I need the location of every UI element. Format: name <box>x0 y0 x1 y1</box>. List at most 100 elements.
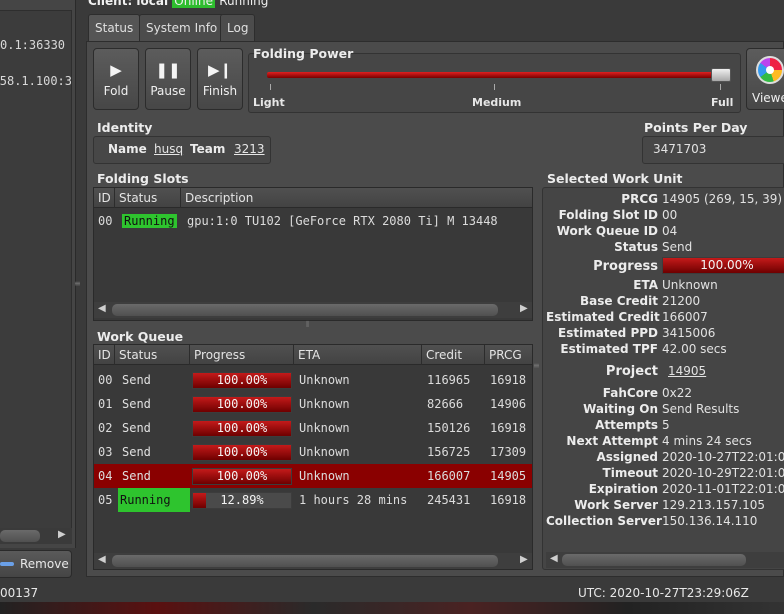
queue-row[interactable]: 02 Send 100.00% Unknown 150126 16918 <box>94 416 532 440</box>
team-number: 3213 <box>234 142 265 156</box>
progress-text: 100.00% <box>700 258 754 272</box>
slider-handle[interactable] <box>711 68 731 82</box>
queue-progress-bar: 100.00% <box>192 444 292 461</box>
queue-id: 00 <box>98 373 113 387</box>
work-unit-hscrollbar[interactable]: ◀ <box>546 552 784 568</box>
finish-label: Finish <box>202 84 238 98</box>
wu-attempts-label: Attempts <box>595 418 658 432</box>
folding-slots-title: Folding Slots <box>97 171 189 186</box>
finish-button[interactable]: ▶❙ Finish <box>197 48 243 110</box>
queue-credit: 82666 <box>427 397 464 411</box>
wu-waiting-label: Waiting On <box>583 402 658 416</box>
skip-end-icon: ▶❙ <box>207 61 233 79</box>
col-id[interactable]: ID <box>94 188 115 208</box>
ppd-group: 3471703 <box>642 136 784 164</box>
queue-progress-bar: 100.00% <box>192 396 292 413</box>
slot-row[interactable]: 00 Running gpu:1:0 TU102 [GeForce RTX 20… <box>94 209 532 233</box>
selected-work-unit-title: Selected Work Unit <box>547 171 683 186</box>
work-queue-header: ID Status Progress ETA Credit PRCG <box>94 345 532 365</box>
team-label: Team <box>190 142 226 156</box>
wu-attempts-value: 5 <box>662 418 670 432</box>
play-icon: ▶ <box>110 61 122 79</box>
col-prcg[interactable]: PRCG <box>485 345 532 365</box>
wu-expiration-label: Expiration <box>588 482 658 496</box>
queue-credit: 156725 <box>427 445 471 459</box>
scroll-right-icon[interactable]: ▶ <box>520 554 528 565</box>
progress-text: 100.00% <box>216 397 268 411</box>
status-left-text: 00137 <box>0 586 39 600</box>
fold-label: Fold <box>103 84 129 98</box>
queue-status: Send <box>122 421 151 435</box>
folding-power-slider[interactable] <box>267 72 721 78</box>
queue-progress-bar: 100.00% <box>192 468 292 485</box>
col-description[interactable]: Description <box>181 188 532 208</box>
scroll-left-icon[interactable]: ◀ <box>98 554 106 565</box>
wu-timeout-value: 2020-10-29T22:01:03 <box>662 466 784 480</box>
viewer-button[interactable]: Viewer <box>746 48 784 110</box>
folding-slots-table[interactable]: ID Status Description 00 Running gpu:1:0… <box>93 187 533 321</box>
queue-prcg: 16918 <box>490 421 527 435</box>
fold-button[interactable]: ▶ Fold <box>93 48 139 110</box>
col-credit[interactable]: Credit <box>422 345 485 365</box>
wu-slot-value: 00 <box>662 208 678 222</box>
queue-prcg: 14905 <box>490 469 527 483</box>
power-light-label: Light <box>253 96 285 109</box>
remove-client-button[interactable]: Remove <box>0 550 72 578</box>
slot-status-badge: Running <box>122 214 177 228</box>
col-status[interactable]: Status <box>115 188 181 208</box>
slot-id: 00 <box>98 214 113 228</box>
queue-row[interactable]: 04 Send 100.00% Unknown 166007 14905 <box>94 464 532 488</box>
col-progress[interactable]: Progress <box>190 345 294 365</box>
queue-credit: 116965 <box>427 373 471 387</box>
wu-prcg-value: 14905 (269, 15, 39) <box>662 192 783 206</box>
slots-hscrollbar[interactable]: ◀ ▶ <box>94 302 532 318</box>
scroll-thumb[interactable] <box>0 530 40 542</box>
col-status[interactable]: Status <box>115 345 190 365</box>
wu-project-value[interactable]: 14905 <box>668 364 706 378</box>
folding-power-title: Folding Power <box>253 46 354 61</box>
col-id[interactable]: ID <box>94 345 115 365</box>
queue-row[interactable]: 05 Running 12.89% 1 hours 28 mins 245431 1691… <box>94 488 532 512</box>
scroll-left-icon[interactable]: ◀ <box>550 553 558 564</box>
work-queue-title: Work Queue <box>97 329 184 344</box>
wu-collection-server-label: Collection Server <box>546 514 662 528</box>
client-list-panel: 0.1:36330 58.1.100:3 ▶ Remove <box>0 0 76 578</box>
queue-eta: Unknown <box>299 397 350 411</box>
scroll-thumb[interactable] <box>562 554 746 566</box>
queue-progress-bar: 100.00% <box>192 372 292 389</box>
splitter-grip[interactable]: ≡ <box>533 362 541 376</box>
client-list-item[interactable]: 0.1:36330 <box>0 33 71 57</box>
tab-status[interactable]: Status <box>88 14 141 42</box>
wu-queue-value: 04 <box>662 224 678 238</box>
wu-assigned-value: 2020-10-27T22:01:03 <box>662 450 784 464</box>
client-list-item[interactable]: 58.1.100:3 <box>0 69 71 93</box>
client-list[interactable]: 0.1:36330 58.1.100:3 <box>0 10 72 530</box>
ppd-title: Points Per Day <box>644 120 748 135</box>
wu-timeout-label: Timeout <box>602 466 658 480</box>
scroll-right-icon[interactable]: ▶ <box>58 529 66 540</box>
col-eta[interactable]: ETA <box>294 345 422 365</box>
scroll-thumb[interactable] <box>112 555 498 567</box>
slider-tick <box>494 84 495 90</box>
queue-hscrollbar[interactable]: ◀ ▶ <box>94 553 532 569</box>
queue-row[interactable]: 03 Send 100.00% Unknown 156725 17309 <box>94 440 532 464</box>
tab-system-info[interactable]: System Info <box>139 14 225 41</box>
queue-row[interactable]: 01 Send 100.00% Unknown 82666 14906 <box>94 392 532 416</box>
tab-log[interactable]: Log <box>220 14 256 41</box>
queue-id: 02 <box>98 421 113 435</box>
client-address: 0.1:36330 <box>0 38 66 52</box>
splitter-grip[interactable]: ⦀ <box>306 320 320 329</box>
scroll-left-icon[interactable]: ◀ <box>98 303 106 314</box>
work-queue-table[interactable]: ID Status Progress ETA Credit PRCG 00 Sen… <box>93 344 533 570</box>
client-state: Running <box>219 0 269 8</box>
scroll-thumb[interactable] <box>112 304 498 316</box>
protein-viewer-icon <box>756 56 784 84</box>
pause-button[interactable]: ❚❚ Pause <box>145 48 191 110</box>
client-list-scrollbar[interactable]: ▶ <box>0 528 72 544</box>
splitter-grip[interactable]: ≡ <box>74 280 81 292</box>
queue-eta: Unknown <box>299 445 350 459</box>
queue-row[interactable]: 00 Send 100.00% Unknown 116965 16918 <box>94 368 532 392</box>
queue-id: 05 <box>98 493 113 507</box>
wu-eta-label: ETA <box>633 278 658 292</box>
scroll-right-icon[interactable]: ▶ <box>520 303 528 314</box>
